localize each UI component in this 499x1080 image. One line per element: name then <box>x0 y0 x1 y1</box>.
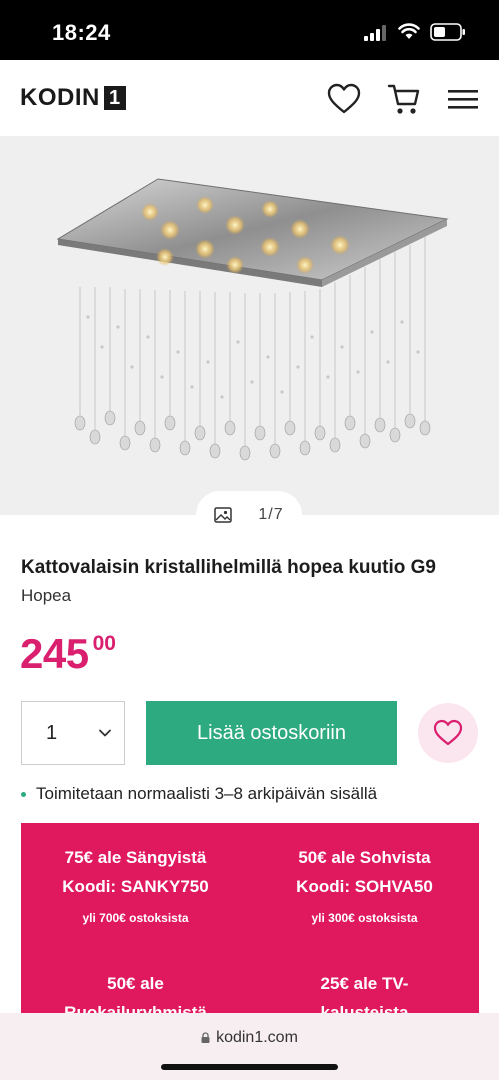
promo-line1: 50€ ale <box>107 974 164 993</box>
promo-item[interactable]: 50€ ale Sohvista Koodi: SOHVA50 yli 300€… <box>250 843 479 925</box>
status-time: 18:24 <box>52 20 111 45</box>
kodin1-logo[interactable]: KODIN 1 <box>20 84 126 112</box>
home-indicator[interactable] <box>161 1064 338 1070</box>
logo-box: 1 <box>103 86 126 110</box>
logo-text: KODIN <box>20 84 100 111</box>
image-counter-text: 1/7 <box>258 506 284 523</box>
quantity-select[interactable]: 1 <box>21 701 125 765</box>
wifi-icon <box>398 23 420 39</box>
promo-line3: yli 300€ ostoksista <box>311 911 418 925</box>
product-title: Kattovalaisin kristallihelmillä hopea ku… <box>21 557 436 578</box>
lock-icon <box>201 1032 210 1043</box>
heart-icon[interactable] <box>326 82 362 116</box>
chevron-down-icon <box>99 729 111 737</box>
promo-line1: 75€ ale Sängyistä <box>64 848 207 867</box>
site-header: KODIN 1 <box>0 60 499 137</box>
chandelier-product-image <box>56 178 449 461</box>
promo-line2: Koodi: SOHVA50 <box>296 877 433 896</box>
delivery-text: Toimitetaan normaalisti 3–8 arkipäivän s… <box>36 784 378 803</box>
product-price: 245 00 <box>20 630 116 678</box>
image-counter[interactable]: 1/7 <box>196 491 302 539</box>
quantity-value: 1 <box>46 721 58 744</box>
promo-line1: 50€ ale Sohvista <box>298 848 431 867</box>
price-main: 245 <box>20 630 89 677</box>
promo-line3: yli 700€ ostoksista <box>82 911 189 925</box>
url-text: kodin1.com <box>216 1029 298 1046</box>
battery-icon <box>430 23 465 41</box>
url-display[interactable]: kodin1.com <box>0 1029 499 1047</box>
price-cents: 00 <box>92 632 116 655</box>
promo-line1: 25€ ale TV- <box>320 974 409 993</box>
status-bar: 18:24 <box>0 0 499 60</box>
image-icon <box>214 507 233 523</box>
menu-icon[interactable] <box>446 82 480 116</box>
cart-icon[interactable] <box>386 82 422 116</box>
product-variant: Hopea <box>21 586 72 605</box>
heart-icon <box>433 719 463 746</box>
promo-line2: Koodi: SANKY750 <box>62 877 209 896</box>
cellular-signal-icon <box>364 25 386 41</box>
product-image-gallery[interactable] <box>0 137 499 515</box>
promo-item[interactable]: 75€ ale Sängyistä Koodi: SANKY750 yli 70… <box>21 843 250 925</box>
add-to-cart-button[interactable]: Lisää ostoskoriin <box>146 701 397 765</box>
add-to-wishlist-button[interactable] <box>418 703 478 763</box>
status-dot <box>21 791 26 797</box>
delivery-info: Toimitetaan normaalisti 3–8 arkipäivän s… <box>21 784 377 804</box>
